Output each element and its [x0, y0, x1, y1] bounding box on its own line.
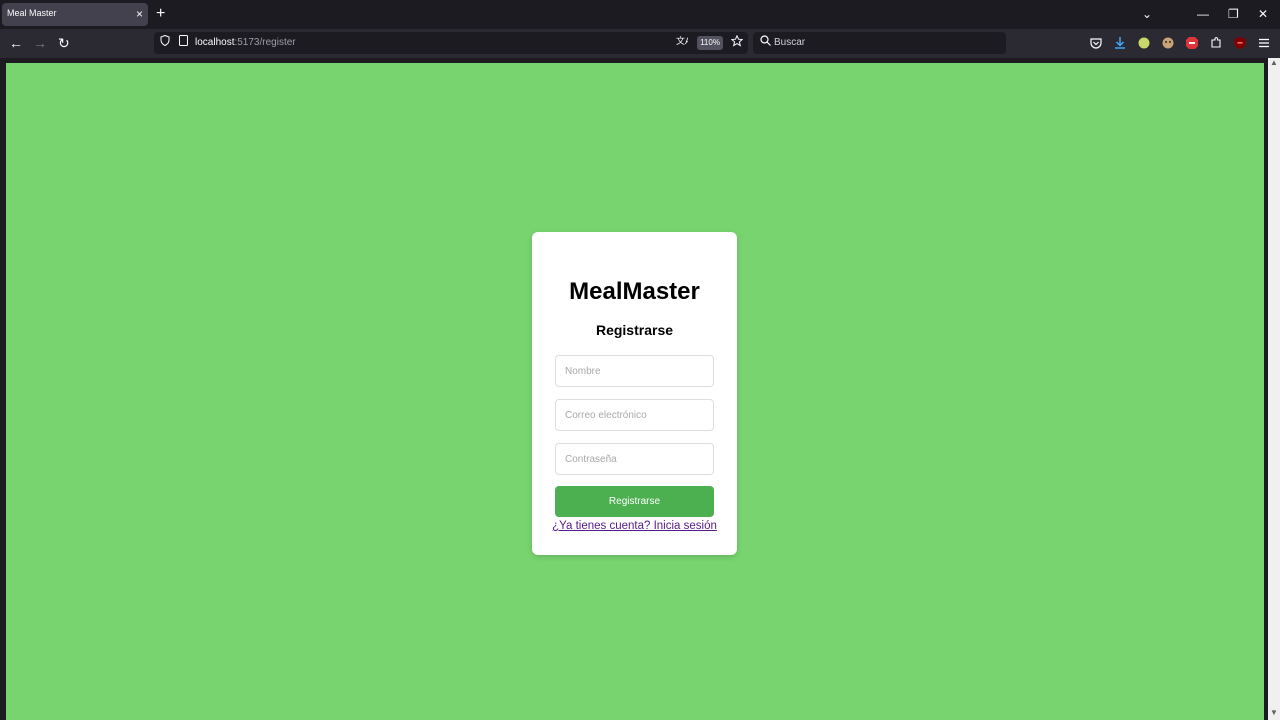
search-bar[interactable]: Buscar: [753, 32, 1006, 54]
back-button[interactable]: ←: [9, 35, 23, 51]
page-background: MealMaster Registrarse Registrarse ¿Ya t…: [6, 63, 1264, 720]
login-link[interactable]: ¿Ya tienes cuenta? Inicia sesión: [532, 520, 737, 532]
search-icon: [760, 35, 771, 51]
download-icon[interactable]: [1113, 36, 1127, 50]
scroll-down-icon[interactable]: ▼: [1270, 708, 1278, 717]
tab-close-icon[interactable]: ×: [136, 6, 143, 22]
register-button[interactable]: Registrarse: [555, 486, 714, 517]
page-icon[interactable]: [179, 35, 188, 51]
translate-icon[interactable]: 文A: [676, 35, 692, 52]
reload-button[interactable]: ↻: [58, 35, 70, 51]
email-field[interactable]: [555, 399, 714, 431]
shield-icon[interactable]: [160, 34, 170, 51]
zoom-level-badge[interactable]: 110%: [697, 36, 723, 50]
pocket-icon[interactable]: [1089, 36, 1103, 50]
tab-title: Meal Master: [7, 8, 57, 18]
url-path: :5173/register: [234, 37, 296, 48]
menu-icon[interactable]: [1257, 36, 1271, 50]
svg-text:文A: 文A: [676, 35, 688, 47]
register-card: MealMaster Registrarse Registrarse ¿Ya t…: [532, 232, 737, 555]
address-bar[interactable]: localhost:5173/register 文A 110%: [154, 32, 748, 54]
scrollbar[interactable]: ▲ ▼: [1268, 58, 1280, 720]
name-field[interactable]: [555, 355, 714, 387]
app-title: MealMaster: [569, 278, 700, 305]
search-placeholder: Buscar: [774, 37, 806, 48]
url-text[interactable]: localhost:5173/register: [195, 37, 296, 48]
extension-icon[interactable]: [1209, 36, 1223, 50]
tab-strip: Meal Master × + ⌄ — ❐ ✕: [0, 0, 1280, 29]
adblock-icon[interactable]: [1185, 36, 1199, 50]
extension-avatar-icon[interactable]: [1161, 36, 1175, 50]
restore-button[interactable]: ❐: [1228, 6, 1239, 22]
tab-meal-master[interactable]: Meal Master ×: [2, 3, 148, 26]
navigation-toolbar: ← → ↻ localhost:5173/register 文A 110% Bu…: [0, 29, 1280, 58]
list-all-tabs-icon[interactable]: ⌄: [1142, 6, 1152, 22]
star-icon[interactable]: [730, 34, 744, 52]
close-window-button[interactable]: ✕: [1258, 6, 1268, 22]
scroll-up-icon[interactable]: ▲: [1270, 58, 1278, 67]
ublock-icon[interactable]: [1233, 36, 1247, 50]
extension-green-icon[interactable]: [1137, 36, 1151, 50]
minimize-button[interactable]: —: [1197, 6, 1209, 22]
form-title: Registrarse: [595, 322, 674, 338]
new-tab-button[interactable]: +: [156, 5, 165, 23]
password-field[interactable]: [555, 443, 714, 475]
url-host: localhost: [195, 37, 235, 48]
forward-button[interactable]: →: [33, 35, 47, 51]
